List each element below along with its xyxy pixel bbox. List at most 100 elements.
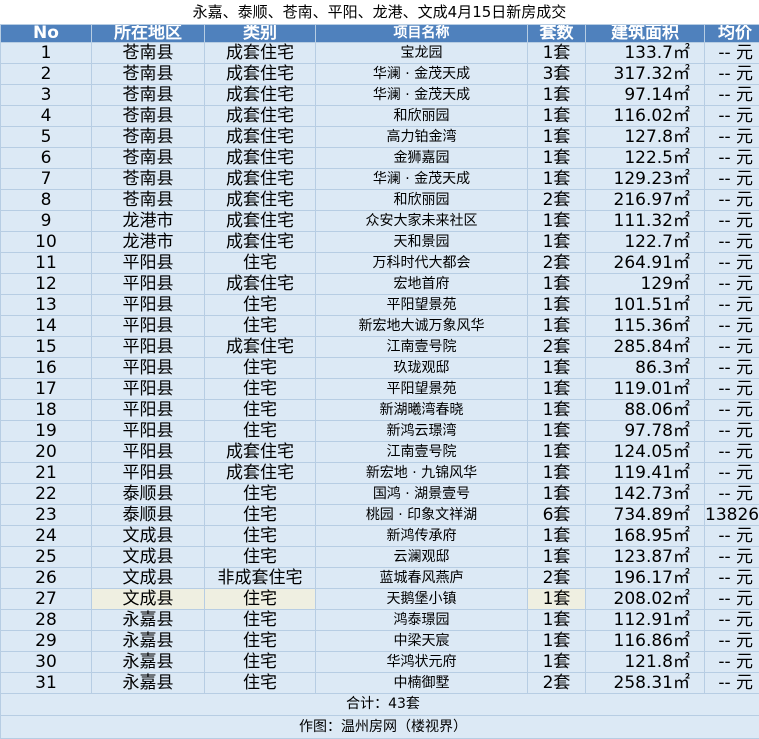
table-row: 23泰顺县住宅桃园 · 印象文祥湖6套734.89㎡13826 <box>1 505 759 526</box>
cell-no: 28 <box>1 610 92 631</box>
table-row: 14平阳县住宅新宏地大诚万象风华1套115.36㎡-- 元 <box>1 316 759 337</box>
cell-project: 新鸿云璟湾 <box>316 421 528 442</box>
cell-no: 3 <box>1 85 92 106</box>
cell-project: 金狮嘉园 <box>316 148 528 169</box>
table-row: 12平阳县成套住宅宏地首府1套129㎡-- 元 <box>1 274 759 295</box>
cell-district: 苍南县 <box>92 106 205 127</box>
cell-count: 1套 <box>528 421 586 442</box>
cell-project: 和欣丽园 <box>316 190 528 211</box>
cell-area: 123.87㎡ <box>586 547 705 568</box>
cell-price: -- 元 <box>705 106 759 127</box>
cell-project: 天和景园 <box>316 232 528 253</box>
cell-count: 1套 <box>528 652 586 673</box>
cell-area: 111.32㎡ <box>586 211 705 232</box>
cell-no: 29 <box>1 631 92 652</box>
cell-no: 24 <box>1 526 92 547</box>
cell-count: 1套 <box>528 379 586 400</box>
table-row: 21平阳县成套住宅新宏地 · 九锦风华1套119.41㎡-- 元 <box>1 463 759 484</box>
cell-district: 文成县 <box>92 568 205 589</box>
cell-price: -- 元 <box>705 253 759 274</box>
cell-area: 86.3㎡ <box>586 358 705 379</box>
cell-type: 住宅 <box>205 358 316 379</box>
cell-count: 1套 <box>528 358 586 379</box>
cell-area: 115.36㎡ <box>586 316 705 337</box>
table-row: 27文成县住宅天鹅堡小镇1套208.02㎡-- 元 <box>1 589 759 610</box>
cell-area: 119.01㎡ <box>586 379 705 400</box>
cell-project: 鸿泰璟园 <box>316 610 528 631</box>
cell-area: 216.97㎡ <box>586 190 705 211</box>
table-row: 29永嘉县住宅中梁天宸1套116.86㎡-- 元 <box>1 631 759 652</box>
cell-project: 高力铂金湾 <box>316 127 528 148</box>
table-row: 4苍南县成套住宅和欣丽园1套116.02㎡-- 元 <box>1 106 759 127</box>
cell-no: 25 <box>1 547 92 568</box>
cell-type: 成套住宅 <box>205 43 316 64</box>
cell-count: 1套 <box>528 106 586 127</box>
cell-price: -- 元 <box>705 43 759 64</box>
cell-type: 成套住宅 <box>205 274 316 295</box>
cell-area: 129㎡ <box>586 274 705 295</box>
cell-price: -- 元 <box>705 358 759 379</box>
table-row: 8苍南县成套住宅和欣丽园2套216.97㎡-- 元 <box>1 190 759 211</box>
header-row: No 所在地区 类别 项目名称 套数 建筑面积 均价 <box>1 25 759 43</box>
cell-area: 258.31㎡ <box>586 673 705 694</box>
cell-project: 玖珑观邸 <box>316 358 528 379</box>
cell-count: 1套 <box>528 232 586 253</box>
cell-project: 华澜 · 金茂天成 <box>316 64 528 85</box>
cell-price: -- 元 <box>705 85 759 106</box>
cell-district: 平阳县 <box>92 295 205 316</box>
cell-count: 1套 <box>528 295 586 316</box>
cell-no: 6 <box>1 148 92 169</box>
cell-area: 127.8㎡ <box>586 127 705 148</box>
cell-count: 1套 <box>528 148 586 169</box>
table-row: 2苍南县成套住宅华澜 · 金茂天成3套317.32㎡-- 元 <box>1 64 759 85</box>
cell-count: 1套 <box>528 610 586 631</box>
cell-type: 成套住宅 <box>205 64 316 85</box>
cell-district: 苍南县 <box>92 148 205 169</box>
cell-count: 1套 <box>528 631 586 652</box>
cell-no: 4 <box>1 106 92 127</box>
table-row: 16平阳县住宅玖珑观邸1套86.3㎡-- 元 <box>1 358 759 379</box>
cell-price: -- 元 <box>705 295 759 316</box>
cell-type: 住宅 <box>205 421 316 442</box>
cell-type: 成套住宅 <box>205 463 316 484</box>
cell-price: -- 元 <box>705 631 759 652</box>
credit-text: 作图：温州房网（楼视界） <box>1 716 759 739</box>
cell-no: 8 <box>1 190 92 211</box>
cell-area: 119.41㎡ <box>586 463 705 484</box>
table-row: 24文成县住宅新鸿传承府1套168.95㎡-- 元 <box>1 526 759 547</box>
transactions-table: No 所在地区 类别 项目名称 套数 建筑面积 均价 1苍南县成套住宅宝龙园1套… <box>0 24 759 739</box>
cell-price: -- 元 <box>705 316 759 337</box>
cell-type: 成套住宅 <box>205 211 316 232</box>
table-row: 15平阳县成套住宅江南壹号院2套285.84㎡-- 元 <box>1 337 759 358</box>
cell-no: 7 <box>1 169 92 190</box>
cell-area: 196.17㎡ <box>586 568 705 589</box>
cell-type: 住宅 <box>205 253 316 274</box>
cell-price: -- 元 <box>705 568 759 589</box>
cell-area: 129.23㎡ <box>586 169 705 190</box>
cell-district: 永嘉县 <box>92 652 205 673</box>
cell-type: 成套住宅 <box>205 442 316 463</box>
cell-no: 21 <box>1 463 92 484</box>
cell-project: 新宏地 · 九锦风华 <box>316 463 528 484</box>
cell-price: -- 元 <box>705 127 759 148</box>
cell-district: 平阳县 <box>92 337 205 358</box>
cell-count: 1套 <box>528 400 586 421</box>
cell-district: 苍南县 <box>92 64 205 85</box>
cell-project: 江南壹号院 <box>316 337 528 358</box>
table-row: 25文成县住宅云澜观邸1套123.87㎡-- 元 <box>1 547 759 568</box>
cell-project: 中楠御墅 <box>316 673 528 694</box>
cell-count: 6套 <box>528 505 586 526</box>
table-row: 9龙港市成套住宅众安大家未来社区1套111.32㎡-- 元 <box>1 211 759 232</box>
header-type: 类别 <box>205 25 316 43</box>
cell-price: -- 元 <box>705 190 759 211</box>
cell-count: 1套 <box>528 547 586 568</box>
table-row: 1苍南县成套住宅宝龙园1套133.7㎡-- 元 <box>1 43 759 64</box>
cell-no: 15 <box>1 337 92 358</box>
cell-price: -- 元 <box>705 64 759 85</box>
cell-area: 734.89㎡ <box>586 505 705 526</box>
cell-type: 住宅 <box>205 295 316 316</box>
cell-district: 苍南县 <box>92 169 205 190</box>
cell-district: 龙港市 <box>92 211 205 232</box>
cell-project: 华澜 · 金茂天成 <box>316 85 528 106</box>
table-row: 20平阳县成套住宅江南壹号院1套124.05㎡-- 元 <box>1 442 759 463</box>
